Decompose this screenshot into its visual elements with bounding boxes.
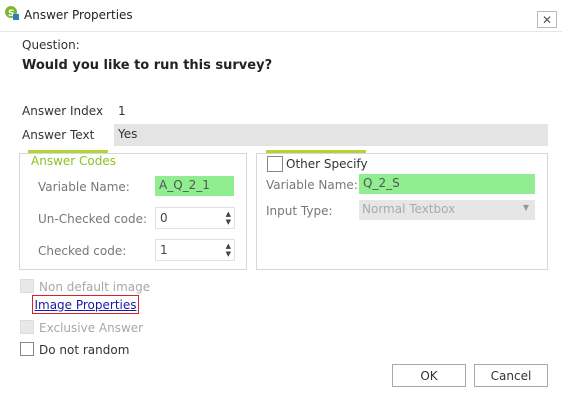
question-label: Question: bbox=[22, 38, 80, 52]
spinner-arrows-icon[interactable]: ▲ ▼ bbox=[226, 210, 231, 226]
answer-index-label: Answer Index bbox=[22, 104, 104, 118]
exclusive-answer-label: Exclusive Answer bbox=[39, 321, 144, 335]
cancel-button[interactable]: Cancel bbox=[474, 364, 548, 387]
answer-index-value: 1 bbox=[118, 104, 126, 118]
spinner-arrows-icon[interactable]: ▲ ▼ bbox=[226, 242, 231, 258]
survey-app-icon: S bbox=[5, 6, 19, 20]
dropdown-arrow-icon: ▼ bbox=[522, 203, 529, 212]
image-properties-label: Image Properties bbox=[34, 297, 137, 312]
unchecked-code-value: 0 bbox=[160, 211, 168, 225]
do-not-random-checkbox[interactable] bbox=[20, 342, 34, 356]
non-default-image-checkbox[interactable] bbox=[20, 279, 34, 293]
input-type-label: Input Type: bbox=[266, 204, 333, 218]
ok-button[interactable]: OK bbox=[392, 364, 466, 387]
title-bar: S Answer Properties ✕ bbox=[0, 0, 562, 32]
question-text: Would you like to run this survey? bbox=[22, 58, 273, 73]
checked-code-label: Checked code: bbox=[38, 244, 127, 258]
answer-codes-accent bbox=[28, 150, 108, 153]
close-button[interactable]: ✕ bbox=[537, 11, 557, 28]
other-specify-accent bbox=[266, 150, 366, 153]
unchecked-code-label: Un-Checked code: bbox=[38, 212, 148, 226]
checked-code-value: 1 bbox=[160, 243, 168, 257]
answer-text-input[interactable]: Yes bbox=[114, 124, 548, 146]
other-variable-name-input[interactable]: Q_2_S bbox=[359, 174, 535, 194]
variable-name-label: Variable Name: bbox=[38, 180, 130, 194]
unchecked-code-input[interactable]: 0 ▲ ▼ bbox=[155, 207, 235, 229]
close-icon: ✕ bbox=[541, 12, 553, 27]
title-separator bbox=[0, 31, 562, 32]
answer-codes-legend: Answer Codes bbox=[29, 154, 118, 168]
answer-text-label: Answer Text bbox=[22, 128, 95, 142]
image-properties-link[interactable]: Image Properties bbox=[32, 295, 139, 314]
answer-properties-dialog: S Answer Properties ✕ Question: Would yo… bbox=[0, 0, 562, 396]
other-specify-label: Other Specify bbox=[286, 157, 368, 171]
non-default-image-label: Non default image bbox=[39, 280, 151, 294]
do-not-random-label: Do not random bbox=[39, 343, 130, 357]
other-variable-name-label: Variable Name: bbox=[266, 178, 358, 192]
other-specify-checkbox[interactable] bbox=[267, 156, 283, 172]
input-type-value: Normal Textbox bbox=[362, 202, 456, 216]
checked-code-input[interactable]: 1 ▲ ▼ bbox=[155, 239, 235, 261]
exclusive-answer-checkbox[interactable] bbox=[20, 320, 34, 334]
input-type-select[interactable]: Normal Textbox ▼ bbox=[359, 200, 535, 220]
variable-name-input[interactable]: A_Q_2_1 bbox=[155, 176, 234, 196]
window-title: Answer Properties bbox=[24, 8, 133, 22]
